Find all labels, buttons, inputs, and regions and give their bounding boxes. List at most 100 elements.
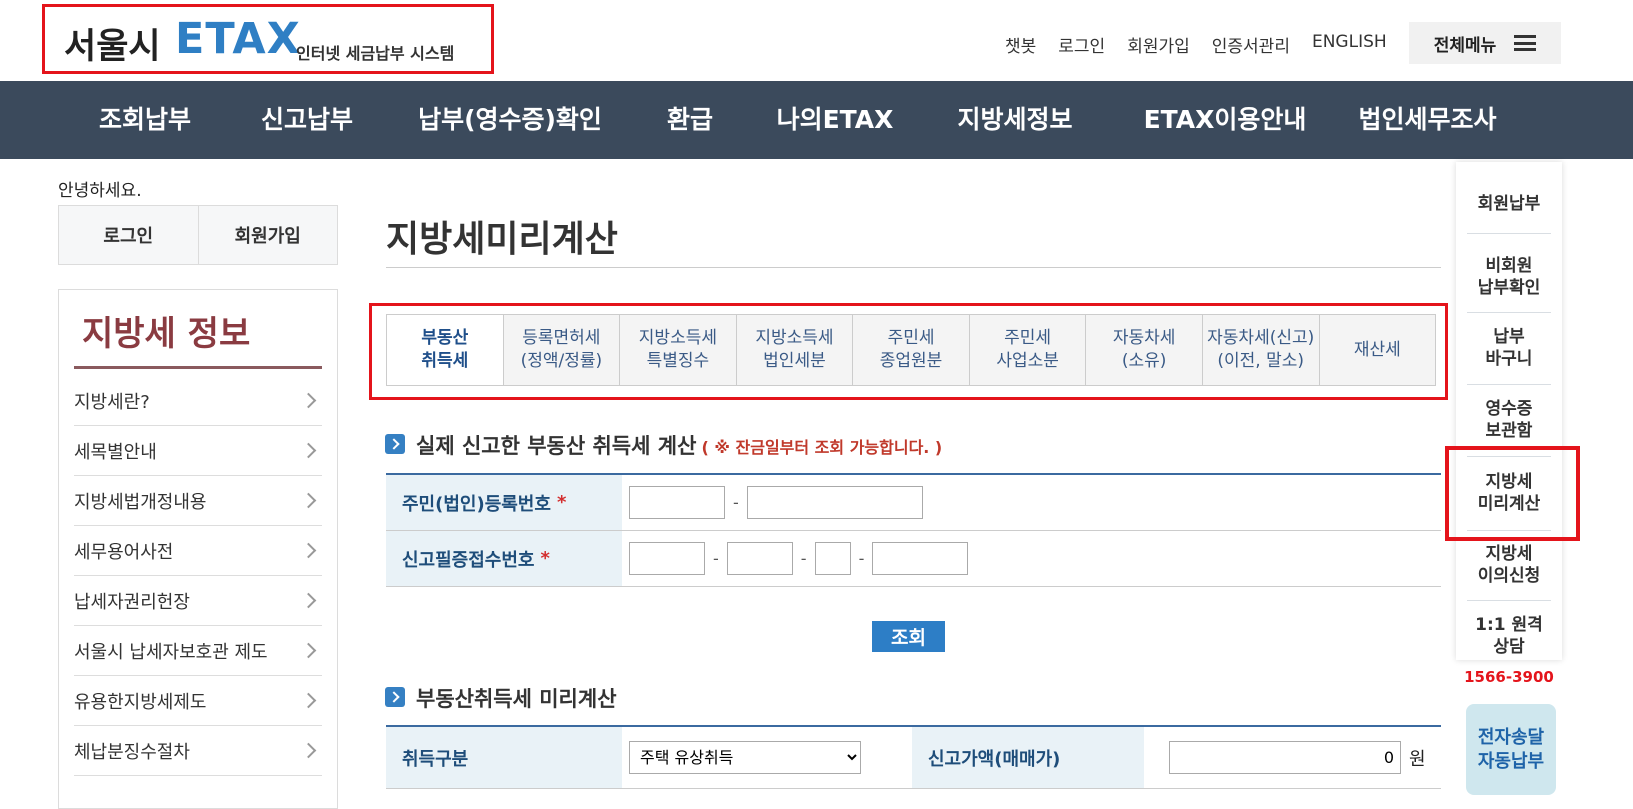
sidebar-signup-button[interactable]: 회원가입 (199, 206, 338, 264)
sidebar-title-divider (74, 366, 322, 369)
sidebar-item-label: 납세자권리헌장 (74, 591, 190, 613)
sidebar-item-law-revision[interactable]: 지방세법개정내용 (74, 476, 322, 526)
chatbot-link[interactable]: 챗봇 (1005, 32, 1036, 57)
resident-number-label-text: 주민(법인)등록번호 (402, 493, 551, 515)
nav-item-my-etax[interactable]: 나의ETAX (765, 81, 905, 159)
sidebar-login-button[interactable]: 로그인 (59, 206, 199, 264)
all-menu-label: 전체메뉴 (1433, 35, 1497, 56)
section1-note: ( ※ 잔금일부터 조회 가능합니다. ) (701, 438, 943, 457)
form-row-receipt-number: 신고필증접수번호 * - - - (386, 531, 1441, 587)
sidebar-item-glossary[interactable]: 세무용어사전 (74, 526, 322, 576)
hamburger-icon (1514, 35, 1537, 51)
search-button[interactable]: 조회 (872, 621, 945, 652)
tab-acquisition-tax[interactable]: 부동산 취득세 (387, 315, 504, 385)
chevron-right-icon (300, 742, 317, 759)
dash-separator: - (733, 493, 739, 512)
tab-vehicle-tax-ownership[interactable]: 자동차세 (소유) (1086, 315, 1203, 385)
tab-property-tax[interactable]: 재산세 (1320, 315, 1436, 385)
receipt-number-part1-input[interactable] (629, 542, 705, 575)
phone-number: 1566-3900 (1464, 668, 1554, 686)
tab-registration-license-tax[interactable]: 등록면허세 (정액/정률) (504, 315, 621, 385)
top-links: 챗봇 로그인 회원가입 인증서관리 ENGLISH (1005, 32, 1387, 57)
nav-item-receipt[interactable]: 납부(영수증)확인 (400, 81, 620, 159)
report-price-input[interactable] (1169, 741, 1401, 774)
chevron-right-icon (300, 442, 317, 459)
sidebar-item-tax-guide[interactable]: 세목별안내 (74, 426, 322, 476)
quick-item-member-pay[interactable]: 회원납부 (1462, 193, 1556, 215)
required-mark: * (556, 492, 567, 513)
dash-separator: - (800, 549, 807, 568)
receipt-number-part2-input[interactable] (726, 542, 793, 575)
section-arrow-icon (385, 687, 405, 707)
receipt-number-part3-input[interactable] (814, 542, 851, 575)
nav-item-refund[interactable]: 환급 (650, 81, 730, 159)
section1-title: 실제 신고한 부동산 취득세 계산 (416, 434, 697, 458)
sidebar-auth-buttons: 로그인 회원가입 (58, 205, 338, 265)
certificate-link[interactable]: 인증서관리 (1212, 32, 1290, 57)
logo-etax-text[interactable]: ETAX (175, 14, 301, 64)
quick-item-remote-consult[interactable]: 1:1 원격 상담 (1462, 614, 1556, 658)
section2-heading: 부동산취득세 미리계산 (416, 683, 617, 713)
logo-city-text[interactable]: 서울시 (64, 18, 161, 69)
report-price-label-text: 신고가액(매매가) (928, 748, 1061, 770)
sidebar-item-label: 서울시 납세자보호관 제도 (74, 641, 268, 663)
section1-heading: 실제 신고한 부동산 취득세 계산 ( ※ 잔금일부터 조회 가능합니다. ) (416, 430, 942, 460)
nav-item-report-pay[interactable]: 신고납부 (242, 81, 372, 159)
main-nav: 조회납부 신고납부 납부(영수증)확인 환급 나의ETAX 지방세정보 ETAX… (0, 81, 1633, 159)
quick-separator (1467, 312, 1551, 313)
quick-item-receipt-box[interactable]: 영수증 보관함 (1462, 398, 1556, 442)
sidebar-item-arrears-procedure[interactable]: 체납분징수절차 (74, 726, 322, 776)
sidebar-item-label: 세무용어사전 (74, 541, 174, 563)
login-link[interactable]: 로그인 (1058, 32, 1105, 57)
sidebar-item-useful-systems[interactable]: 유용한지방세제도 (74, 676, 322, 726)
english-link[interactable]: ENGLISH (1312, 32, 1387, 57)
sidebar-item-label: 지방세법개정내용 (74, 491, 207, 513)
receipt-number-part4-input[interactable] (872, 542, 969, 575)
acquisition-select-cell: 주택 유상취득 (622, 741, 912, 774)
resident-number-front-input[interactable] (629, 486, 725, 519)
receipt-number-label-text: 신고필증접수번호 (402, 549, 535, 571)
nav-item-local-tax-info[interactable]: 지방세정보 (940, 81, 1090, 159)
acquisition-type-label: 취득구분 (386, 727, 622, 788)
form-row-resident-number: 주민(법인)등록번호 * - (386, 475, 1441, 531)
quick-item-objection[interactable]: 지방세 이의신청 (1462, 543, 1556, 587)
chevron-right-icon (300, 642, 317, 659)
tab-resident-tax-business[interactable]: 주민세 사업소분 (970, 315, 1087, 385)
required-mark: * (540, 548, 550, 569)
greeting-text: 안녕하세요. (58, 181, 142, 201)
nav-item-etax-guide[interactable]: ETAX이용안내 (1125, 81, 1325, 159)
quick-item-cart[interactable]: 납부 바구니 (1462, 326, 1556, 370)
chevron-right-icon (300, 692, 317, 709)
sidebar-item-taxpayer-charter[interactable]: 납세자권리헌장 (74, 576, 322, 626)
nav-item-corporate-audit[interactable]: 법인세무조사 (1345, 81, 1510, 159)
sidebar-item-label: 체납분징수절차 (74, 741, 190, 763)
receipt-number-label: 신고필증접수번호 * (386, 531, 622, 586)
tab-income-tax-withholding[interactable]: 지방소득세 특별징수 (620, 315, 737, 385)
tab-resident-tax-employee[interactable]: 주민세 종업원분 (853, 315, 970, 385)
sidebar-title: 지방세 정보 (82, 314, 251, 354)
chevron-right-icon (300, 492, 317, 509)
actual-report-form: 주민(법인)등록번호 * - 신고필증접수번호 * - - - (386, 473, 1441, 587)
resident-number-back-input[interactable] (746, 486, 923, 519)
quick-separator (1467, 600, 1551, 601)
title-divider (386, 267, 1441, 268)
section2-title: 부동산취득세 미리계산 (416, 687, 617, 711)
e-delivery-autopay-button[interactable]: 전자송달 자동납부 (1466, 704, 1556, 795)
sidebar-item-what-is-local-tax[interactable]: 지방세란? (74, 376, 322, 426)
form-row-acquisition: 취득구분 주택 유상취득 신고가액(매매가) 원 (386, 727, 1441, 789)
won-unit: 원 (1409, 748, 1426, 770)
page-title: 지방세미리계산 (386, 219, 618, 260)
logo-subtitle: 인터넷 세금납부 시스템 (296, 44, 455, 63)
quick-item-guest-check[interactable]: 비회원 납부확인 (1462, 255, 1556, 299)
all-menu-button[interactable]: 전체메뉴 (1409, 22, 1561, 64)
acquisition-type-select[interactable]: 주택 유상취득 (629, 741, 861, 774)
acquisition-type-label-text: 취득구분 (402, 748, 469, 770)
resident-number-inputs: - (622, 486, 923, 519)
tab-vehicle-tax-report[interactable]: 자동차세(신고) (이전, 말소) (1203, 315, 1320, 385)
quick-highlight-box (1445, 446, 1580, 541)
signup-link[interactable]: 회원가입 (1127, 32, 1190, 57)
tab-income-tax-corporate[interactable]: 지방소득세 법인세분 (737, 315, 854, 385)
nav-item-inquiry-pay[interactable]: 조회납부 (80, 81, 210, 159)
sidebar-item-protector-system[interactable]: 서울시 납세자보호관 제도 (74, 626, 322, 676)
quick-separator (1467, 233, 1551, 234)
